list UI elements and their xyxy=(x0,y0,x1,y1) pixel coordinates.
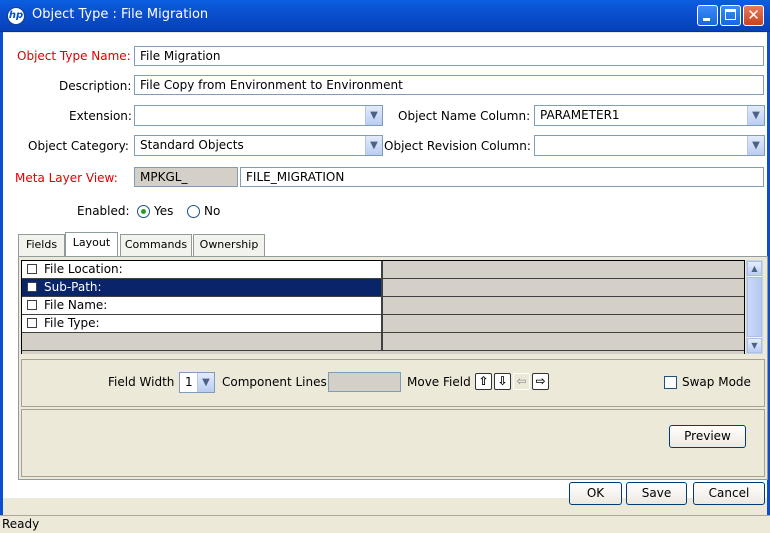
enabled-no-radio[interactable] xyxy=(187,205,200,218)
enabled-yes-radio[interactable] xyxy=(137,205,150,218)
extension-select[interactable]: ▼ xyxy=(134,105,383,126)
maximize-icon xyxy=(725,9,736,20)
table-row[interactable]: File Type: xyxy=(22,315,744,333)
minimize-icon xyxy=(703,18,710,21)
enabled-yes-label[interactable]: Yes xyxy=(154,204,173,218)
title-bar[interactable]: hp Object Type : File Migration ✕ xyxy=(0,0,770,32)
row-checkbox[interactable] xyxy=(27,264,37,274)
object-name-column-label: Object Name Column: xyxy=(398,109,531,123)
meta-layer-prefix-field: MPKGL_ xyxy=(134,167,238,187)
window-title: Object Type : File Migration xyxy=(32,7,209,22)
empty-layout-cell[interactable] xyxy=(22,333,383,350)
move-field-label: Move Field xyxy=(407,375,471,389)
meta-layer-view-label: Meta Layer View: xyxy=(15,171,118,185)
enabled-no-label[interactable]: No xyxy=(204,204,220,218)
scroll-down-icon[interactable]: ▼ xyxy=(747,338,762,353)
empty-layout-cell[interactable] xyxy=(383,261,744,278)
object-category-label: Object Category: xyxy=(28,139,129,153)
preview-button[interactable]: Preview xyxy=(669,425,746,448)
object-name-column-value: PARAMETER1 xyxy=(540,108,620,122)
row-label: File Name: xyxy=(44,298,108,312)
layout-cell[interactable]: File Location: xyxy=(22,261,383,278)
object-category-select[interactable]: Standard Objects ▼ xyxy=(134,135,383,156)
table-row[interactable]: File Name: xyxy=(22,297,744,315)
chevron-down-icon[interactable]: ▼ xyxy=(747,136,764,155)
tab-commands[interactable]: Commands xyxy=(120,234,192,256)
field-width-select[interactable]: 1 ▼ xyxy=(179,372,215,393)
enabled-label: Enabled: xyxy=(77,204,130,218)
row-checkbox[interactable] xyxy=(27,282,37,292)
chevron-down-icon[interactable]: ▼ xyxy=(365,106,382,125)
status-text: Ready xyxy=(2,517,40,531)
meta-layer-view-field[interactable]: FILE_MIGRATION xyxy=(240,167,764,187)
cancel-button[interactable]: Cancel xyxy=(693,482,765,505)
status-bar: Ready xyxy=(0,515,770,533)
tab-ownership[interactable]: Ownership xyxy=(193,234,265,256)
chevron-down-icon[interactable]: ▼ xyxy=(747,106,764,125)
row-label: Sub-Path: xyxy=(44,280,102,294)
preview-area: Preview xyxy=(21,409,765,477)
object-revision-column-label: Object Revision Column: xyxy=(384,139,531,153)
chevron-down-icon[interactable]: ▼ xyxy=(365,136,382,155)
chevron-down-icon[interactable]: ▼ xyxy=(197,373,214,392)
object-revision-column-select[interactable]: ▼ xyxy=(534,135,765,156)
object-name-column-select[interactable]: PARAMETER1 ▼ xyxy=(534,105,765,126)
close-icon: ✕ xyxy=(747,6,760,24)
row-checkbox[interactable] xyxy=(27,300,37,310)
arrow-up-icon[interactable]: ⇧ xyxy=(475,373,492,390)
layout-tab-panel: File Location: Sub-Path: File Name: File… xyxy=(18,256,768,480)
save-button[interactable]: Save xyxy=(626,482,687,505)
field-width-label: Field Width xyxy=(108,375,175,389)
hp-logo-icon: hp xyxy=(7,7,25,25)
object-type-name-field[interactable]: File Migration xyxy=(134,46,764,66)
arrow-right-icon[interactable]: ⇨ xyxy=(532,373,549,390)
layout-controls: Field Width 1 ▼ Component Lines Move Fie… xyxy=(21,359,765,407)
empty-layout-cell[interactable] xyxy=(383,297,744,314)
empty-layout-cell[interactable] xyxy=(383,315,744,332)
empty-layout-cell[interactable] xyxy=(383,333,744,350)
component-lines-field xyxy=(328,372,401,392)
layout-grid: File Location: Sub-Path: File Name: File… xyxy=(21,260,745,354)
swap-mode-label[interactable]: Swap Mode xyxy=(682,375,751,389)
vertical-scrollbar[interactable]: ▲ ▼ xyxy=(746,260,763,354)
extension-label: Extension: xyxy=(69,109,132,123)
layout-cell[interactable]: File Name: xyxy=(22,297,383,314)
layout-cell[interactable]: File Type: xyxy=(22,315,383,332)
description-field[interactable]: File Copy from Environment to Environmen… xyxy=(134,75,764,95)
table-row[interactable] xyxy=(22,333,744,351)
close-button[interactable]: ✕ xyxy=(743,5,764,26)
object-category-value: Standard Objects xyxy=(140,138,244,152)
empty-layout-cell[interactable] xyxy=(383,279,744,296)
row-label: File Location: xyxy=(44,262,123,276)
minimize-button[interactable] xyxy=(697,5,718,26)
ok-button[interactable]: OK xyxy=(569,482,622,505)
maximize-button[interactable] xyxy=(720,5,741,26)
swap-mode-checkbox[interactable] xyxy=(664,376,677,389)
row-label: File Type: xyxy=(44,316,100,330)
description-label: Description: xyxy=(59,79,132,93)
field-width-value: 1 xyxy=(185,375,193,389)
object-type-window: hp Object Type : File Migration ✕ Object… xyxy=(0,0,770,533)
table-row[interactable]: Sub-Path: xyxy=(22,279,744,297)
arrow-down-icon[interactable]: ⇩ xyxy=(494,373,511,390)
layout-cell-selected[interactable]: Sub-Path: xyxy=(22,279,383,296)
scroll-up-icon[interactable]: ▲ xyxy=(747,261,762,276)
tab-fields[interactable]: Fields xyxy=(18,234,65,256)
table-row[interactable]: File Location: xyxy=(22,261,744,279)
arrow-left-icon[interactable]: ⇦ xyxy=(513,373,530,390)
row-checkbox[interactable] xyxy=(27,318,37,328)
object-type-name-label: Object Type Name: xyxy=(17,49,131,63)
component-lines-label: Component Lines xyxy=(222,375,327,389)
scroll-thumb[interactable] xyxy=(747,277,762,337)
form-area: Object Type Name: File Migration Descrip… xyxy=(3,33,768,505)
tab-layout[interactable]: Layout xyxy=(65,232,118,256)
